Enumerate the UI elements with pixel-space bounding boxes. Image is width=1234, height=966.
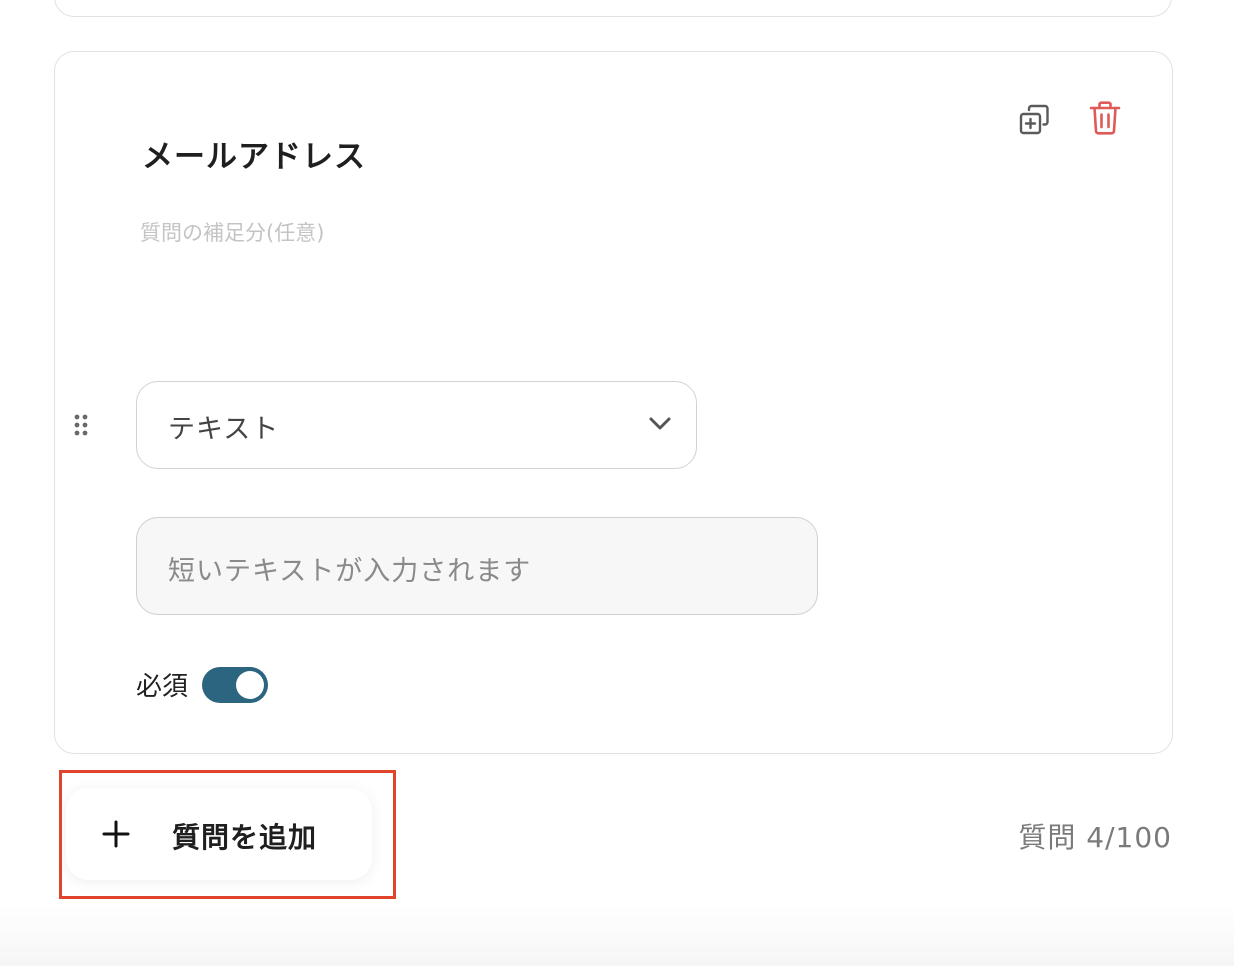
question-type-value: テキスト xyxy=(168,414,280,445)
question-title[interactable]: メールアドレス xyxy=(142,131,366,176)
add-question-label: 質問を追加 xyxy=(172,821,318,854)
question-type-select[interactable]: テキスト xyxy=(136,381,697,469)
trash-icon xyxy=(1087,99,1123,141)
delete-question-button[interactable] xyxy=(1083,98,1127,142)
question-count: 質問 4/100 xyxy=(1018,821,1172,854)
toggle-knob xyxy=(236,671,264,699)
required-label: 必須 xyxy=(136,672,189,702)
answer-preview-field: 短いテキストが入力されます xyxy=(136,517,818,615)
drag-handle[interactable] xyxy=(72,413,92,441)
previous-question-card xyxy=(54,0,1172,17)
page-bottom-background xyxy=(0,905,1234,966)
answer-preview-text: 短いテキストが入力されます xyxy=(168,556,532,587)
chevron-down-icon xyxy=(648,416,672,436)
plus-icon xyxy=(102,820,130,852)
drag-dots-icon xyxy=(72,414,92,445)
required-toggle[interactable] xyxy=(202,667,268,703)
copy-plus-icon xyxy=(1016,102,1052,142)
duplicate-question-button[interactable] xyxy=(1012,100,1056,144)
add-question-button[interactable]: 質問を追加 xyxy=(66,788,372,880)
question-description-input[interactable] xyxy=(140,221,640,245)
